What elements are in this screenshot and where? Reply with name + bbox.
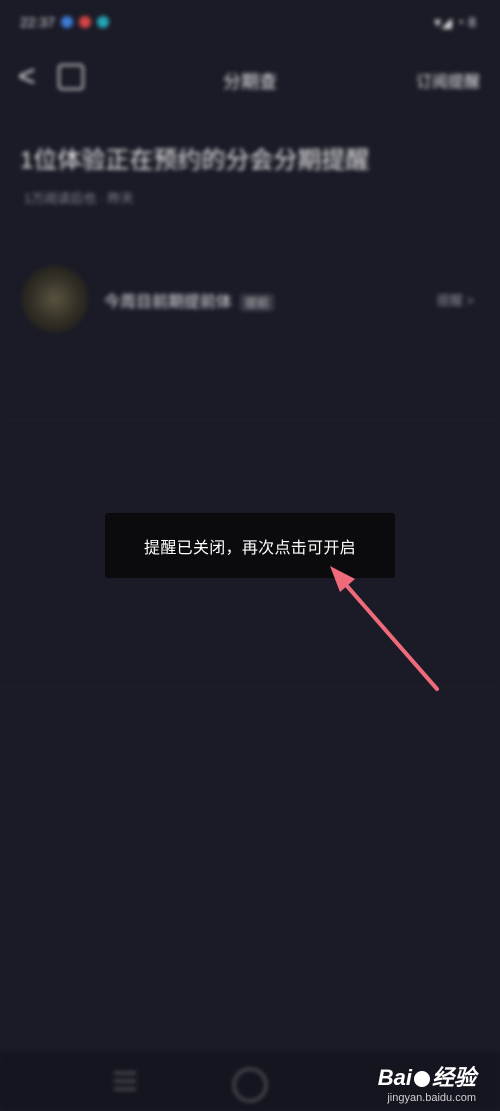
paw-icon xyxy=(413,1071,430,1088)
watermark-brand: Bai 经验 xyxy=(378,1060,476,1092)
watermark-brand-right: 经验 xyxy=(431,1065,476,1090)
annotation-arrow-icon xyxy=(330,566,439,691)
watermark: Bai 经验 jingyan.baidu.com xyxy=(0,1052,500,1111)
watermark-brand-left: Bai xyxy=(377,1065,412,1090)
watermark-url: jingyan.baidu.com xyxy=(387,1092,476,1104)
